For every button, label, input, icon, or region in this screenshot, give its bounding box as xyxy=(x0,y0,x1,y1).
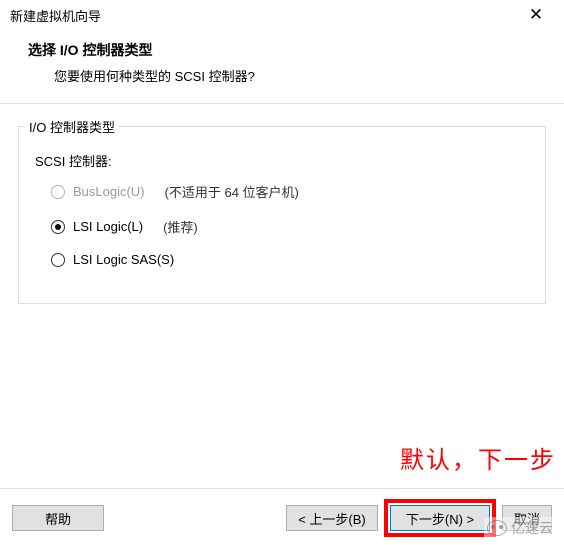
watermark-icon xyxy=(487,520,507,536)
page-heading: 选择 I/O 控制器类型 xyxy=(28,40,554,60)
radio-icon xyxy=(51,220,65,234)
radio-dot-icon xyxy=(55,224,61,230)
radio-label-buslogic: BusLogic(U) xyxy=(73,184,145,199)
window-title: 新建虚拟机向导 xyxy=(10,6,101,25)
radio-label-lsisas: LSI Logic SAS(S) xyxy=(73,252,174,267)
close-button[interactable]: ✕ xyxy=(516,1,556,29)
help-button[interactable]: 帮助 xyxy=(12,505,104,531)
radio-buslogic: BusLogic(U) (不适用于 64 位客户机) xyxy=(51,182,531,201)
radio-lsilogic[interactable]: LSI Logic(L) (推荐) xyxy=(51,217,531,236)
next-button[interactable]: 下一步(N) > xyxy=(390,505,490,531)
next-button-highlight: 下一步(N) > xyxy=(384,499,496,537)
titlebar: 新建虚拟机向导 ✕ xyxy=(0,0,564,30)
radio-hint-lsilogic: (推荐) xyxy=(163,217,198,236)
radio-icon xyxy=(51,185,65,199)
page-subheading: 您要使用何种类型的 SCSI 控制器? xyxy=(28,66,554,85)
radio-lsisas[interactable]: LSI Logic SAS(S) xyxy=(51,252,531,267)
io-controller-group: I/O 控制器类型 SCSI 控制器: BusLogic(U) (不适用于 64… xyxy=(18,126,546,304)
content-area: I/O 控制器类型 SCSI 控制器: BusLogic(U) (不适用于 64… xyxy=(0,104,564,304)
radio-hint-buslogic: (不适用于 64 位客户机) xyxy=(165,182,299,201)
group-legend: I/O 控制器类型 xyxy=(25,117,119,136)
radio-icon xyxy=(51,253,65,267)
close-icon: ✕ xyxy=(529,5,543,25)
wizard-footer: 帮助 < 上一步(B) 下一步(N) > 取消 xyxy=(0,488,564,537)
annotation-text: 默认，下一步 xyxy=(400,440,556,475)
radio-label-lsilogic: LSI Logic(L) xyxy=(73,219,143,234)
scsi-label: SCSI 控制器: xyxy=(35,151,531,170)
wizard-header: 选择 I/O 控制器类型 您要使用何种类型的 SCSI 控制器? xyxy=(0,30,564,99)
back-button[interactable]: < 上一步(B) xyxy=(286,505,378,531)
watermark-text: 亿速云 xyxy=(511,518,553,538)
watermark: 亿速云 xyxy=(484,517,556,539)
